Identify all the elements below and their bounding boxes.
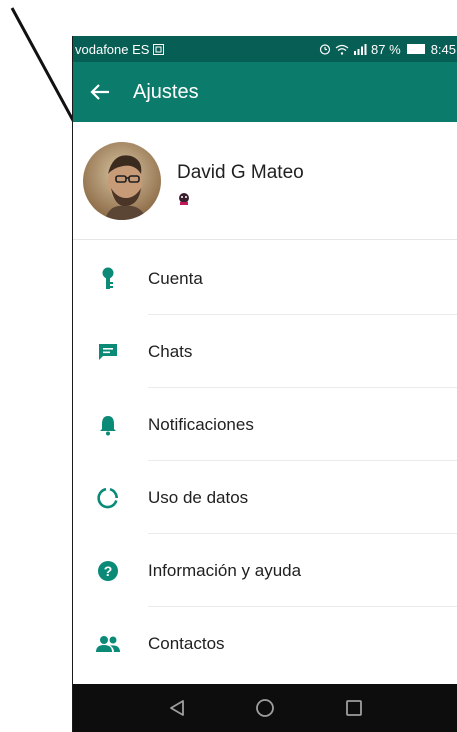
status-bar: vodafone ES 87 % 8:45: [73, 36, 457, 62]
help-icon: ?: [95, 558, 121, 584]
phone-screen: vodafone ES 87 % 8:45 Ajustes David G Ma…: [72, 36, 457, 732]
battery-percent: 87 %: [371, 41, 401, 57]
recents-square-icon[interactable]: [342, 696, 366, 720]
carrier-label: vodafone ES: [75, 41, 150, 57]
menu-item-label: Contactos: [148, 634, 225, 653]
menu-item-contactos[interactable]: Contactos: [73, 607, 457, 680]
menu-item-label: Uso de datos: [148, 488, 249, 507]
menu-item-cuenta[interactable]: Cuenta: [73, 242, 457, 315]
navigation-bar: [73, 684, 457, 732]
profile-row[interactable]: David G Mateo: [73, 122, 457, 240]
menu-item-label: Información y ayuda: [148, 561, 302, 580]
battery-icon: [406, 44, 425, 54]
screenshot-stage: vodafone ES 87 % 8:45 Ajustes David G Ma…: [0, 0, 457, 732]
menu-item-chats[interactable]: Chats: [73, 315, 457, 388]
status-right: 87 % 8:45: [319, 42, 456, 57]
menu-item-label: Chats: [148, 342, 193, 361]
menu-item-label: Notificaciones: [148, 415, 254, 434]
home-circle-icon[interactable]: [253, 696, 277, 720]
arrow-back-icon[interactable]: [87, 79, 113, 105]
sim-card-icon: [153, 43, 165, 55]
svg-text:?: ?: [104, 563, 113, 579]
profile-name: David G Mateo: [177, 162, 304, 183]
alarm-icon: [319, 44, 331, 55]
menu-item-uso-de-datos[interactable]: Uso de datos: [73, 461, 457, 534]
contacts-icon: [95, 631, 121, 657]
app-bar: Ajustes: [73, 62, 457, 122]
clock: 8:45: [430, 41, 456, 57]
key-icon: [95, 266, 121, 292]
menu-item-informacion-y-ayuda[interactable]: ? Información y ayuda: [73, 534, 457, 607]
bell-icon: [95, 412, 121, 438]
wifi-icon: [335, 44, 349, 55]
menu-item-label: Cuenta: [148, 269, 203, 288]
menu-item-notificaciones[interactable]: Notificaciones: [73, 388, 457, 461]
avatar[interactable]: [83, 142, 161, 220]
back-triangle-icon[interactable]: [165, 696, 189, 720]
data-usage-icon: [95, 485, 121, 511]
emoji-status-icon: [179, 193, 189, 205]
chat-icon: [95, 339, 121, 365]
signal-icon: [354, 43, 367, 55]
page-title: Ajustes: [133, 80, 199, 103]
status-left: vodafone ES: [75, 41, 165, 57]
